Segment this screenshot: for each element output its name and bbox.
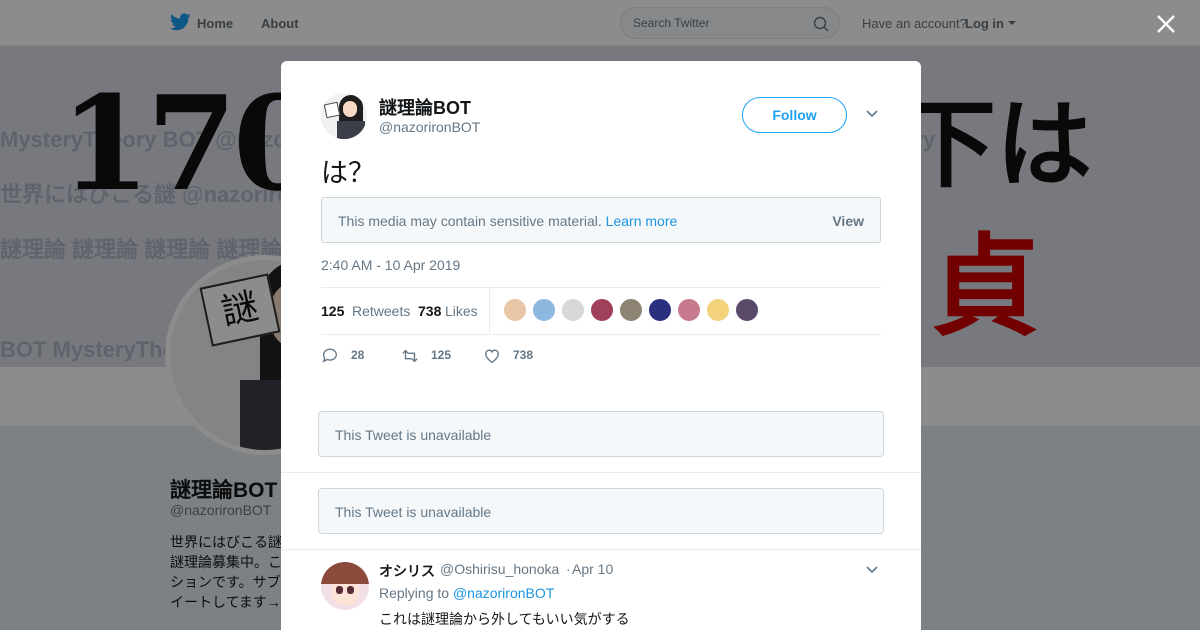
tweet-modal: 謎理論BOT @nazorironBOT Follow は？ This medi… xyxy=(281,61,921,630)
like-count: 738 xyxy=(513,348,534,362)
liker-avatar[interactable] xyxy=(677,298,701,322)
likes-count[interactable]: 738 xyxy=(418,303,441,319)
reply-author-handle[interactable]: @Oshirisu_honoka xyxy=(440,561,559,577)
tweet-author-avatar[interactable] xyxy=(321,93,367,139)
tweet-author-name[interactable]: 謎理論BOT xyxy=(379,94,471,120)
follow-button[interactable]: Follow xyxy=(742,97,847,133)
heart-icon xyxy=(485,349,499,364)
avatar-hair xyxy=(321,562,369,584)
avatar-face xyxy=(343,101,357,117)
avatar-eye xyxy=(347,586,354,594)
reply-count: 28 xyxy=(351,348,365,362)
stats-divider xyxy=(489,288,490,334)
liker-avatar[interactable] xyxy=(503,298,527,322)
tweet-text: は？ xyxy=(321,158,375,189)
likes-label[interactable]: Likes xyxy=(445,303,478,319)
reply-tweet[interactable]: オシリス @Oshirisu_honoka · Apr 10 Replying … xyxy=(281,550,921,630)
liker-avatar[interactable] xyxy=(532,298,556,322)
reply-icon xyxy=(322,348,337,363)
sensitive-warning: This media may contain sensitive materia… xyxy=(338,213,602,229)
sensitive-notice-text: This media may contain sensitive materia… xyxy=(338,213,677,229)
replying-prefix: Replying to xyxy=(379,585,450,601)
retweet-count: 125 xyxy=(431,348,452,362)
learn-more-link[interactable]: Learn more xyxy=(606,213,678,229)
tweet-stats: 125 Retweets 738 Likes xyxy=(321,287,881,335)
chevron-down-icon[interactable] xyxy=(865,565,879,575)
liker-avatar[interactable] xyxy=(735,298,759,322)
unavailable-tweet-text: This Tweet is unavailable xyxy=(335,504,492,520)
reply-text: これは謎理論から外してもいい気がする xyxy=(379,612,630,628)
view-media-button[interactable]: View xyxy=(832,213,864,229)
tweet-author-handle[interactable]: @nazorironBOT xyxy=(379,119,480,135)
liker-avatar[interactable] xyxy=(561,298,585,322)
avatar-eye xyxy=(336,586,343,594)
sensitive-media-notice: This media may contain sensitive materia… xyxy=(321,197,881,243)
unavailable-tweet-text: This Tweet is unavailable xyxy=(335,427,492,443)
avatar-card xyxy=(323,101,341,119)
reply-author-avatar[interactable] xyxy=(321,562,369,610)
retweets-label[interactable]: Retweets xyxy=(352,303,410,319)
liker-avatar[interactable] xyxy=(648,298,672,322)
retweet-icon xyxy=(402,349,418,363)
unavailable-tweet: This Tweet is unavailable xyxy=(318,411,884,457)
reply-author-name[interactable]: オシリス xyxy=(379,561,435,581)
avatar-suit xyxy=(337,121,365,139)
liker-avatar[interactable] xyxy=(590,298,614,322)
liker-avatar[interactable] xyxy=(706,298,730,322)
tweet-actions: 28 125 738 xyxy=(321,345,721,367)
chevron-down-icon[interactable] xyxy=(865,109,879,119)
liker-avatar[interactable] xyxy=(619,298,643,322)
tweet-timestamp[interactable]: 2:40 AM - 10 Apr 2019 xyxy=(321,257,460,273)
retweets-count[interactable]: 125 xyxy=(321,303,344,319)
reply-date[interactable]: Apr 10 xyxy=(572,561,613,577)
replying-to: Replying to @nazorironBOT xyxy=(379,585,554,601)
close-icon[interactable] xyxy=(1154,12,1178,36)
reply-separator: · xyxy=(566,561,571,577)
divider xyxy=(281,472,921,473)
replying-to-link[interactable]: @nazorironBOT xyxy=(453,585,554,601)
unavailable-tweet: This Tweet is unavailable xyxy=(318,488,884,534)
